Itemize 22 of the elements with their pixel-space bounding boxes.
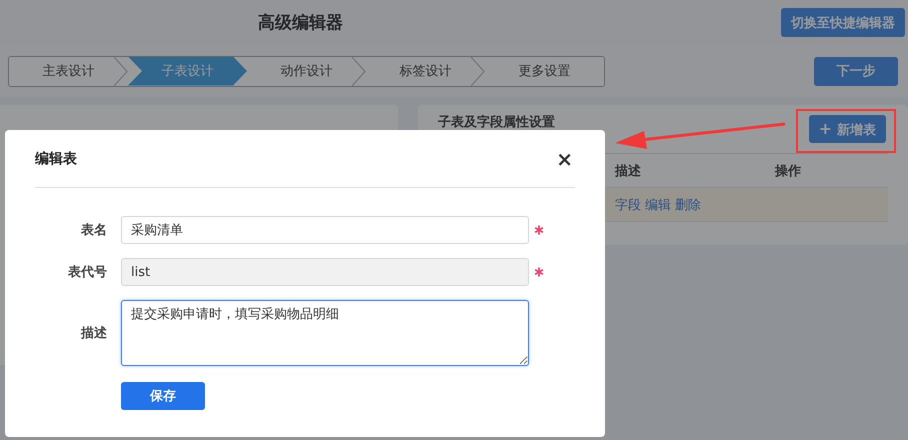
column-header: 描述 (615, 162, 642, 180)
chevron-icon (114, 56, 128, 86)
switch-editor-button[interactable]: 切换至快捷编辑器 (781, 8, 905, 37)
action-link[interactable]: 删除 (675, 196, 701, 214)
action-link[interactable]: 字段 (615, 196, 641, 214)
save-button[interactable]: 保存 (121, 382, 205, 410)
column-header: 操作 (775, 162, 802, 180)
add-table-button[interactable]: + 新增表 (808, 115, 886, 143)
field-label: 表名 (80, 222, 108, 239)
dialog-title: 编辑表 (35, 150, 77, 168)
chevron-icon (471, 56, 485, 86)
field-label: 描述 (80, 325, 108, 342)
page-title: 高级编辑器 (258, 12, 343, 34)
input-field[interactable]: 采购清单 (121, 216, 529, 244)
description-field[interactable]: 提交采购申请时，填写采购物品明细 (121, 300, 529, 366)
action-link[interactable]: 编辑 (645, 196, 671, 214)
field-label: 表代号 (67, 264, 108, 281)
chevron-icon (352, 56, 366, 86)
step-tab[interactable]: 主表设计 (9, 56, 128, 86)
next-step-button[interactable]: 下一步 (814, 56, 898, 86)
panel-title: 子表及字段属性设置 (438, 114, 555, 131)
close-button[interactable]: × (554, 148, 575, 168)
